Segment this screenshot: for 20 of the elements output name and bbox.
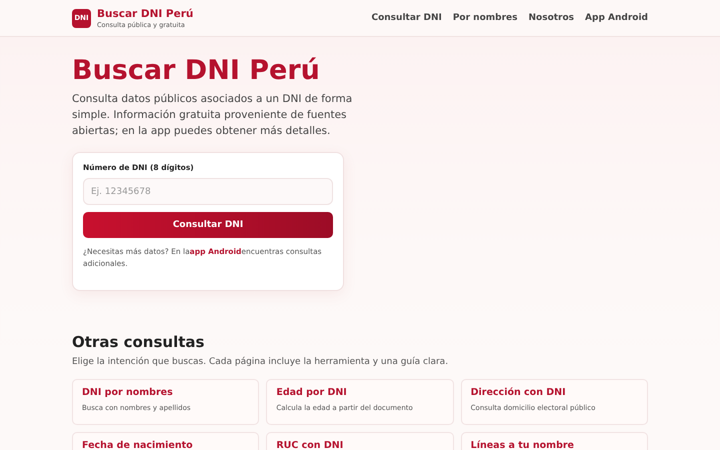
section-subtitle: Elige la intención que buscas. Cada página incluye la herramienta y una guía clara.	[72, 357, 450, 367]
dni-input-field[interactable]: Ej. 12345678	[83, 178, 333, 205]
query-card[interactable]: Fecha de nacimiento	[72, 432, 260, 450]
site-title[interactable]: Buscar DNI Perú	[97, 8, 194, 20]
nav-link[interactable]: Nosotros	[528, 13, 574, 23]
nav-link[interactable]: Por nombres	[452, 13, 518, 23]
submit-button[interactable]: Consultar DNI	[83, 212, 333, 238]
card-title: Dirección con DNI	[470, 387, 567, 398]
nav-link[interactable]: App Android	[585, 13, 648, 23]
card-title: DNI por nombres	[82, 387, 174, 398]
intro-text: Consulta datos públicos asociados a un DNI de forma simple. Información gratuita proveniente de fuentes abiertas; en la app puedes obtener más detalles.	[72, 92, 354, 139]
query-card[interactable]: Líneas a tu nombre	[460, 432, 648, 450]
card-title: Líneas a tu nombre	[470, 440, 575, 450]
query-card[interactable]: RUC con DNI	[266, 432, 454, 450]
section-title: Otras consultas	[72, 333, 206, 351]
page-title: Buscar DNI Perú	[72, 55, 321, 87]
card-title: Fecha de nacimiento	[82, 440, 194, 450]
nav-link[interactable]: Consultar DNI	[371, 13, 442, 23]
card-title: Edad por DNI	[276, 387, 348, 398]
card-title: RUC con DNI	[276, 440, 344, 450]
